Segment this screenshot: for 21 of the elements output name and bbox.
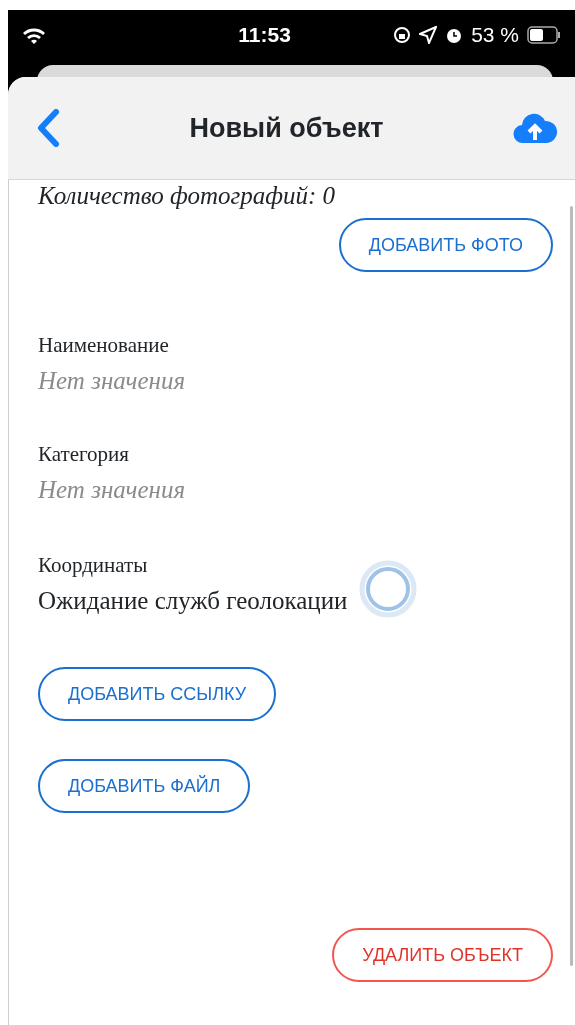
photo-count-text: Количество фотографий: 0 xyxy=(38,181,336,211)
add-file-button[interactable]: ДОБАВИТЬ ФАЙЛ xyxy=(38,759,251,813)
text-input[interactable]: Нет значения xyxy=(38,470,368,508)
add-photo-button[interactable]: ДОБАВИТЬ ФОТО xyxy=(338,218,553,272)
field-label: Категория xyxy=(38,441,129,468)
alarm-clock-icon xyxy=(445,26,464,44)
add-link-button[interactable]: ДОБАВИТЬ ССЫЛКУ xyxy=(38,667,277,721)
back-chevron-icon[interactable] xyxy=(36,109,60,147)
rotation-lock-icon xyxy=(393,26,412,44)
field-value: Ожидание служб геолокации xyxy=(38,585,348,616)
loading-spinner-icon xyxy=(359,560,418,619)
text-input[interactable]: Нет значения xyxy=(38,361,368,399)
screen-title: Новый объект xyxy=(188,111,385,145)
field-label: Координаты xyxy=(38,552,148,579)
field-label: Наименование xyxy=(38,332,169,359)
battery-percent: 53 % xyxy=(471,22,519,49)
clock-time: 11:53 xyxy=(237,22,292,49)
delete-object-button[interactable]: УДАЛИТЬ ОБЪЕКТ xyxy=(332,928,553,982)
cloud-upload-icon[interactable] xyxy=(513,112,557,144)
battery-icon xyxy=(527,26,561,44)
location-arrow-icon xyxy=(419,26,438,44)
